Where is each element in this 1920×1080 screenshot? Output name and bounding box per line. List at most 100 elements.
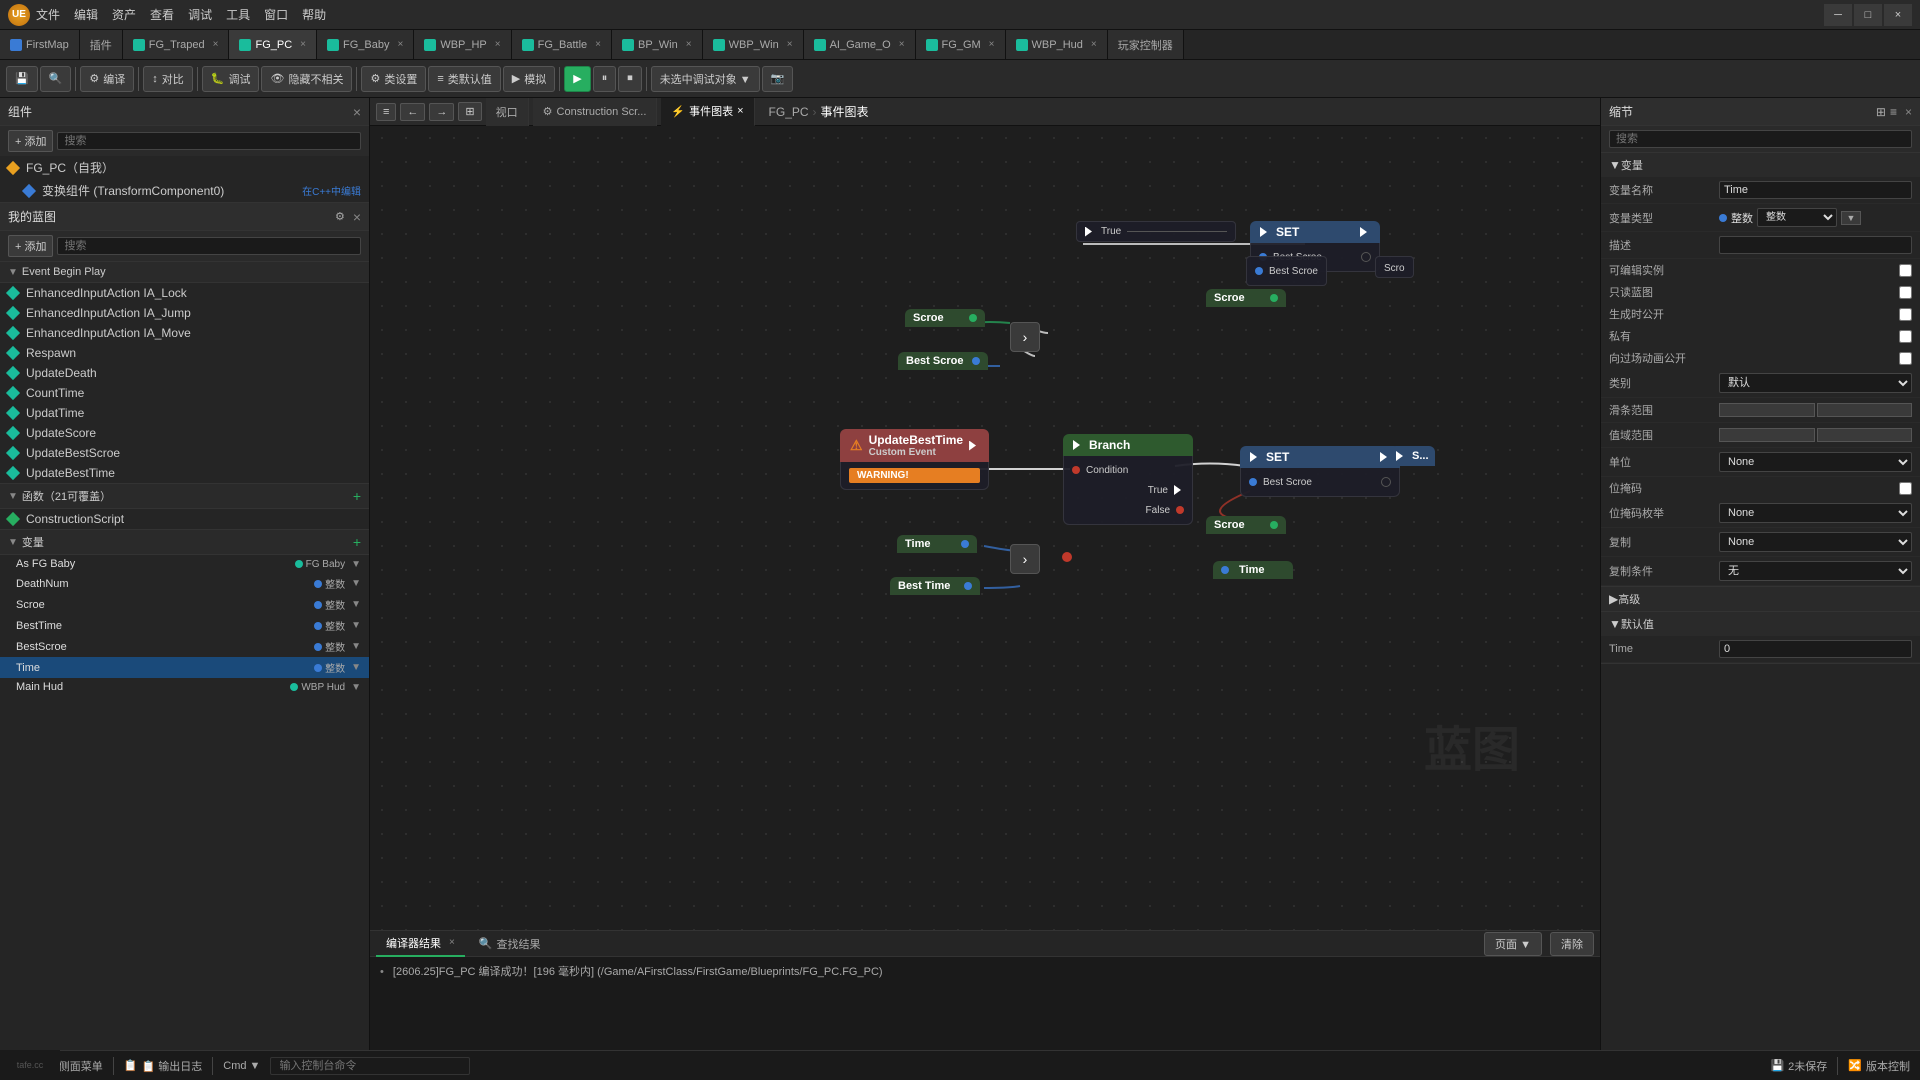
tab-wbp-win-close[interactable]: × — [787, 39, 793, 50]
tab-plugin[interactable]: 插件 — [80, 30, 123, 60]
functions-add-icon[interactable]: + — [353, 488, 361, 504]
graph-forward-button[interactable]: → — [429, 103, 454, 121]
blueprints-settings-icon[interactable]: ⚙ — [335, 210, 345, 223]
blueprint-item-respawn[interactable]: Respawn — [0, 343, 369, 363]
tab-wbp-hud[interactable]: WBP_Hud × — [1006, 30, 1108, 60]
blueprints-panel-close[interactable]: × — [353, 209, 361, 225]
expose-cinematics-checkbox[interactable] — [1899, 352, 1912, 365]
node-compare[interactable]: › — [1010, 322, 1040, 352]
tab-construction[interactable]: ⚙ Construction Scr... — [533, 98, 658, 126]
node-update-best-time[interactable]: ⚠ UpdateBestTime Custom Event WARNING! — [840, 429, 989, 490]
console-command-input[interactable] — [270, 1057, 470, 1075]
stop-button[interactable]: ⏹ — [618, 66, 642, 92]
detail-panel-close[interactable]: × — [1905, 105, 1912, 119]
unsaved-count[interactable]: 💾 2未保存 — [1770, 1058, 1827, 1074]
component-fg-pc[interactable]: FG_PC（自我） — [0, 156, 369, 179]
breadcrumb-eventgraph[interactable]: 事件图表 — [821, 103, 869, 120]
tab-bp-win-close[interactable]: × — [686, 39, 692, 50]
component-transform[interactable]: 变换组件 (TransformComponent0) 在C++中编辑 — [0, 179, 369, 202]
cmd-dropdown[interactable]: Cmd ▼ — [223, 1060, 260, 1072]
browse-button[interactable]: 🔍 — [40, 66, 72, 92]
blueprint-item-updatedeath[interactable]: UpdateDeath — [0, 363, 369, 383]
defaults-section-header[interactable]: ▼ 默认值 — [1601, 612, 1920, 636]
var-time[interactable]: Time 整数 ▼ — [0, 657, 369, 678]
variable-type-extra[interactable]: ▼ — [1841, 211, 1861, 225]
spawn-exposed-checkbox[interactable] — [1899, 308, 1912, 321]
debug-filter-button[interactable]: 🐛 调试 — [202, 66, 260, 92]
tab-fg-baby-close[interactable]: × — [397, 39, 403, 50]
var-besttime[interactable]: BestTime 整数 ▼ — [0, 615, 369, 636]
node-condition-top[interactable]: True — [1076, 221, 1236, 242]
clear-button[interactable]: 清除 — [1550, 932, 1594, 956]
pagination-button[interactable]: 页面 ▼ — [1484, 932, 1542, 956]
variable-section-header[interactable]: ▼ 变量 — [1601, 153, 1920, 177]
graph-nav-left[interactable]: ≡ — [376, 103, 396, 121]
blueprint-item-updattime[interactable]: UpdatTime — [0, 403, 369, 423]
maximize-button[interactable]: □ — [1854, 4, 1882, 26]
blueprint-item-ialook[interactable]: EnhancedInputAction IA_Lock — [0, 283, 369, 303]
minimize-button[interactable]: ─ — [1824, 4, 1852, 26]
tab-ai-game-close[interactable]: × — [899, 39, 905, 50]
private-checkbox[interactable] — [1899, 330, 1912, 343]
tab-event-graph-close[interactable]: × — [737, 105, 743, 117]
var-bestscroe[interactable]: BestScroe 整数 ▼ — [0, 636, 369, 657]
node-best-time-left[interactable]: Best Time — [890, 577, 980, 595]
menu-edit[interactable]: 编辑 — [74, 6, 98, 23]
events-section-header[interactable]: ▼ Event Begin Play — [0, 261, 369, 283]
breadcrumb-fgpc[interactable]: FG_PC — [769, 105, 809, 119]
node-set-far-right[interactable]: S... — [1390, 446, 1435, 466]
node-time[interactable]: Time — [1213, 561, 1293, 579]
tab-wbp-hp-close[interactable]: × — [495, 39, 501, 50]
blueprints-search-input[interactable] — [57, 237, 361, 255]
var-mainhud[interactable]: Main Hud WBP Hud ▼ — [0, 678, 369, 696]
compile-button[interactable]: ⚙ 编译 — [80, 66, 134, 92]
tab-event-graph[interactable]: ⚡ 事件图表 × — [661, 98, 754, 126]
blueprint-item-constructionscript[interactable]: ConstructionScript — [0, 509, 369, 529]
menu-debug[interactable]: 调试 — [188, 6, 212, 23]
units-select[interactable]: None — [1719, 452, 1912, 472]
replication-select[interactable]: None — [1719, 532, 1912, 552]
detail-search-input[interactable] — [1609, 130, 1912, 148]
tab-fg-battle[interactable]: FG_Battle × — [512, 30, 612, 60]
tab-fg-gm-close[interactable]: × — [989, 39, 995, 50]
menu-view[interactable]: 查看 — [150, 6, 174, 23]
detail-grid-view-button[interactable]: ⊞ — [1876, 105, 1886, 119]
menu-window[interactable]: 窗口 — [264, 6, 288, 23]
hide-unrelated-button[interactable]: 👁 隐藏不相关 — [261, 66, 352, 92]
node-scroe-far-right[interactable]: Scro — [1375, 256, 1414, 278]
components-search-input[interactable] — [57, 132, 361, 150]
tab-fg-pc[interactable]: FG_PC × — [229, 30, 317, 60]
var-scroe[interactable]: Scroe 整数 ▼ — [0, 594, 369, 615]
save-button[interactable]: 💾 — [6, 66, 38, 92]
tab-wbp-win[interactable]: WBP_Win × — [703, 30, 804, 60]
debug-object-dropdown[interactable]: 未选中调试对象 ▼ — [651, 66, 760, 92]
instance-editable-checkbox[interactable] — [1899, 264, 1912, 277]
simulate-button[interactable]: ▶ 模拟 — [503, 66, 555, 92]
menu-asset[interactable]: 资产 — [112, 6, 136, 23]
tab-wbp-hp[interactable]: WBP_HP × — [414, 30, 511, 60]
close-button[interactable]: × — [1884, 4, 1912, 26]
blueprint-item-counttime[interactable]: CountTime — [0, 383, 369, 403]
blueprint-item-updatebestscroe[interactable]: UpdateBestScroe — [0, 443, 369, 463]
version-control-button[interactable]: 🔀 版本控制 — [1848, 1058, 1910, 1074]
play-button[interactable]: ▶ — [564, 66, 590, 92]
node-set-main[interactable]: SET Best Scroe — [1240, 446, 1400, 497]
tab-fg-gm[interactable]: FG_GM × — [916, 30, 1006, 60]
functions-section-header[interactable]: ▼ 函数（21可覆盖） + — [0, 483, 369, 509]
tab-bp-win[interactable]: BP_Win × — [612, 30, 703, 60]
bitmask-enum-select[interactable]: None — [1719, 503, 1912, 523]
output-log-button[interactable]: 📋 📋 输出日志 — [124, 1058, 202, 1074]
components-panel-close[interactable]: × — [353, 104, 361, 120]
description-input[interactable] — [1719, 236, 1912, 254]
blueprint-canvas[interactable]: Scroe Best Scroe › — [370, 126, 1600, 930]
category-select[interactable]: 默认 — [1719, 373, 1912, 393]
node-scroe-top[interactable]: Scroe — [905, 309, 985, 327]
bitmask-checkbox[interactable] — [1899, 482, 1912, 495]
node-compare-mid[interactable]: › — [1010, 544, 1040, 574]
blueprint-item-iamove[interactable]: EnhancedInputAction IA_Move — [0, 323, 369, 343]
blueprint-item-iajump[interactable]: EnhancedInputAction IA_Jump — [0, 303, 369, 323]
components-add-button[interactable]: + 添加 — [8, 130, 53, 152]
variable-type-select[interactable]: 整数 — [1757, 208, 1837, 227]
tab-ai-game[interactable]: AI_Game_O × — [804, 30, 916, 60]
advanced-section-header[interactable]: ▶ 高级 — [1601, 587, 1920, 611]
